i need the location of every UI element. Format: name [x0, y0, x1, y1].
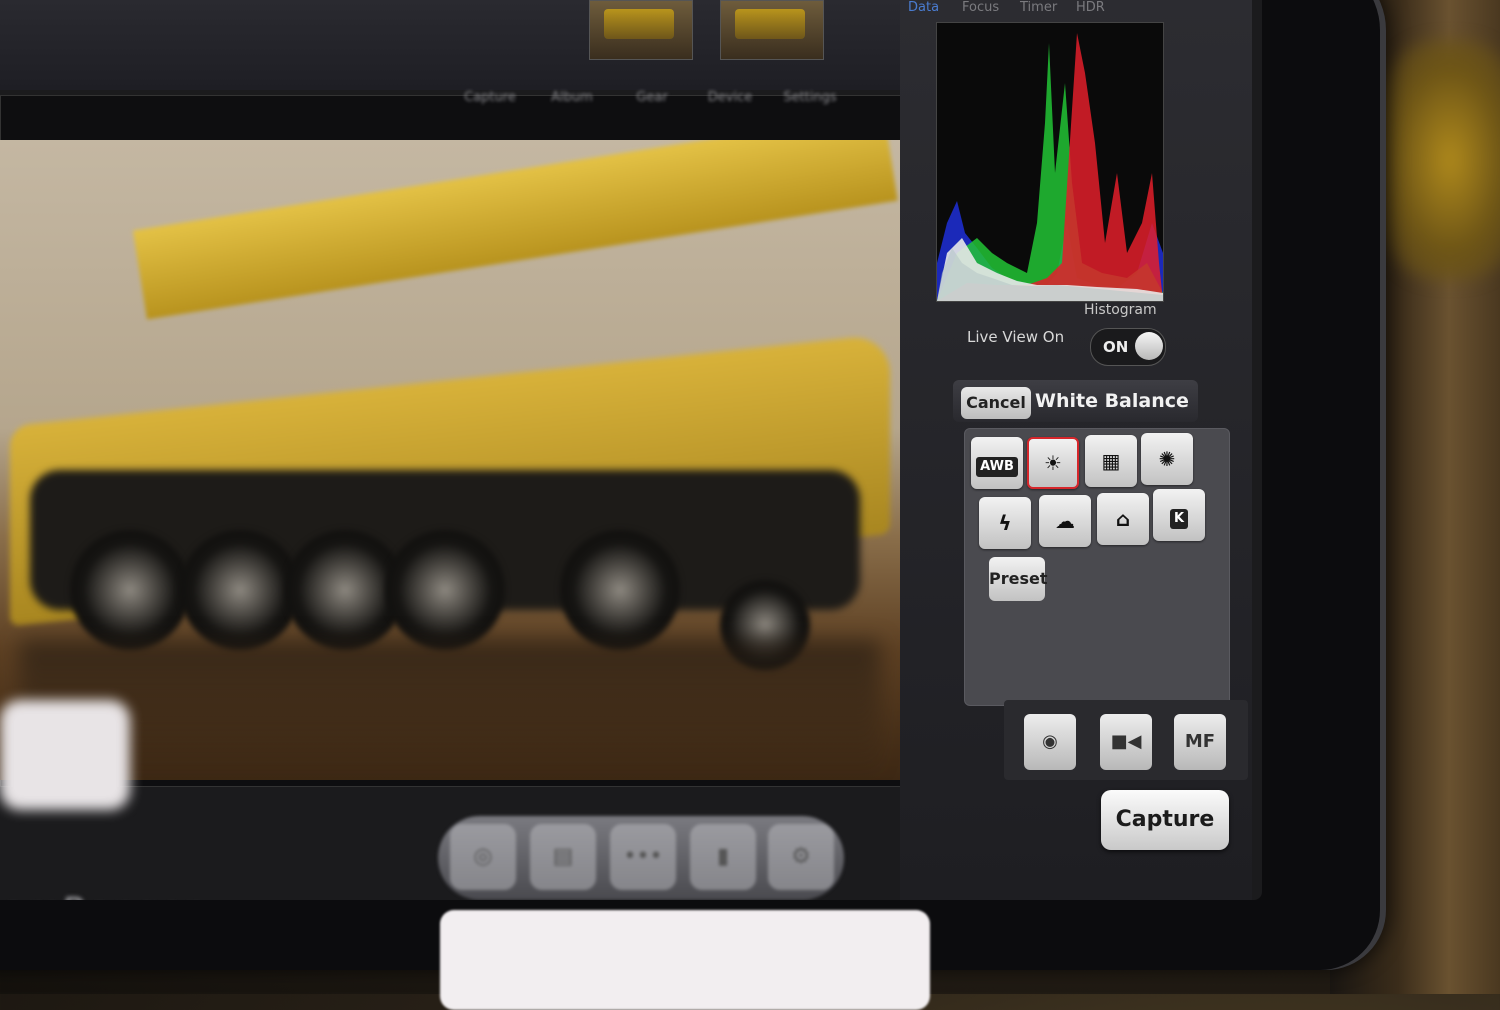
tab-timer[interactable]: Timer: [1020, 0, 1057, 15]
sun-icon: ☀: [1044, 451, 1062, 475]
live-view-label: Live View On: [967, 328, 1065, 346]
capture-button[interactable]: Capture: [1101, 790, 1229, 850]
crane-wheel: [560, 530, 680, 650]
gear-dots-icon: •••: [623, 844, 663, 869]
movie-button[interactable]: ■◀: [1100, 714, 1152, 770]
crane-wheel: [70, 530, 190, 650]
dock-label-album: Album: [551, 90, 593, 105]
video-camera-icon: ■◀: [1110, 731, 1142, 752]
panel-tabs: Data Focus Timer HDR: [900, 0, 1252, 20]
dock-label-device: Device: [707, 90, 753, 105]
foreground-blur: [0, 700, 130, 810]
bottom-toolbar: ◉ ■◀ MF: [1004, 700, 1248, 780]
brand-logo-text: amRanger: [0, 890, 197, 900]
settings-icon: ⚙: [791, 844, 811, 869]
right-panel: Data Focus Timer HDR Histogram Live View…: [900, 0, 1252, 900]
wb-awb-button[interactable]: AWB: [971, 437, 1023, 489]
histogram-svg: [937, 33, 1163, 301]
wb-preset-button[interactable]: Preset: [989, 557, 1048, 601]
background-yellow-blur: [1380, 40, 1500, 280]
tab-data[interactable]: Data: [908, 0, 939, 15]
white-balance-header: Cancel White Balance: [953, 380, 1198, 422]
dock-device[interactable]: ▮: [690, 824, 756, 890]
thumbnail-strip: [0, 0, 905, 90]
album-icon: ▤: [552, 844, 574, 869]
tab-hdr[interactable]: HDR: [1076, 0, 1105, 15]
toggle-knob: [1135, 332, 1163, 360]
dock-album[interactable]: ▤: [530, 824, 596, 890]
histogram-label: Histogram: [1084, 302, 1157, 318]
wb-daylight-button[interactable]: ☀: [1027, 437, 1079, 489]
dock-gear[interactable]: •••: [610, 824, 676, 890]
wb-tungsten-button[interactable]: ✺: [1141, 433, 1193, 485]
thumbnail-image[interactable]: [720, 0, 824, 60]
crane-wheel: [180, 530, 300, 650]
dock-capture[interactable]: ◎: [450, 824, 516, 890]
toggle-state: ON: [1103, 338, 1129, 356]
bulb-icon: ✺: [1158, 447, 1176, 471]
fluorescent-icon: ▦: [1101, 449, 1121, 473]
shade-house-icon: ⌂: [1115, 507, 1131, 531]
flash-icon: ϟ: [998, 511, 1012, 535]
live-view-toggle[interactable]: ON: [1090, 328, 1166, 366]
white-balance-title: White Balance: [1035, 390, 1189, 412]
histogram-graph: [936, 22, 1164, 302]
app-screen: Data Focus Timer HDR Histogram Live View…: [0, 0, 1262, 900]
aperture-icon: ◎: [473, 844, 493, 869]
table-reflection: [20, 640, 880, 780]
crane-wheel: [385, 530, 505, 650]
wb-flash-button[interactable]: ϟ: [979, 497, 1031, 549]
awb-label: AWB: [976, 457, 1018, 477]
dock-label-settings: Settings: [783, 90, 837, 105]
kelvin-label: K: [1169, 509, 1189, 529]
focus-mode-label: MF: [1184, 731, 1216, 752]
cancel-button[interactable]: Cancel: [961, 387, 1031, 419]
live-view-eye-button[interactable]: ◉: [1024, 714, 1076, 770]
cloud-icon: ☁: [1055, 509, 1075, 533]
bottom-dock: ◎ ▤ ••• ▮ ⚙: [438, 816, 844, 900]
wb-cloudy-button[interactable]: ☁: [1039, 495, 1091, 547]
thumbnail-image[interactable]: [589, 0, 693, 60]
dock-label-capture: Capture: [464, 90, 516, 105]
white-balance-grid: AWB ☀ ▦ ✺ ϟ ☁ ⌂ K Preset: [964, 428, 1230, 706]
wb-kelvin-button[interactable]: K: [1153, 489, 1205, 541]
eye-icon: ◉: [1042, 731, 1058, 752]
live-view-image: [0, 140, 1008, 780]
focus-mode-button[interactable]: MF: [1174, 714, 1226, 770]
crane-boom: [132, 140, 898, 320]
dock-label-gear: Gear: [636, 90, 668, 105]
wb-shade-button[interactable]: ⌂: [1097, 493, 1149, 545]
tab-focus[interactable]: Focus: [962, 0, 999, 15]
device-icon: ▮: [716, 844, 730, 869]
tablet-stand: [440, 910, 930, 1010]
wb-fluorescent-button[interactable]: ▦: [1085, 435, 1137, 487]
dock-settings[interactable]: ⚙: [768, 824, 834, 890]
